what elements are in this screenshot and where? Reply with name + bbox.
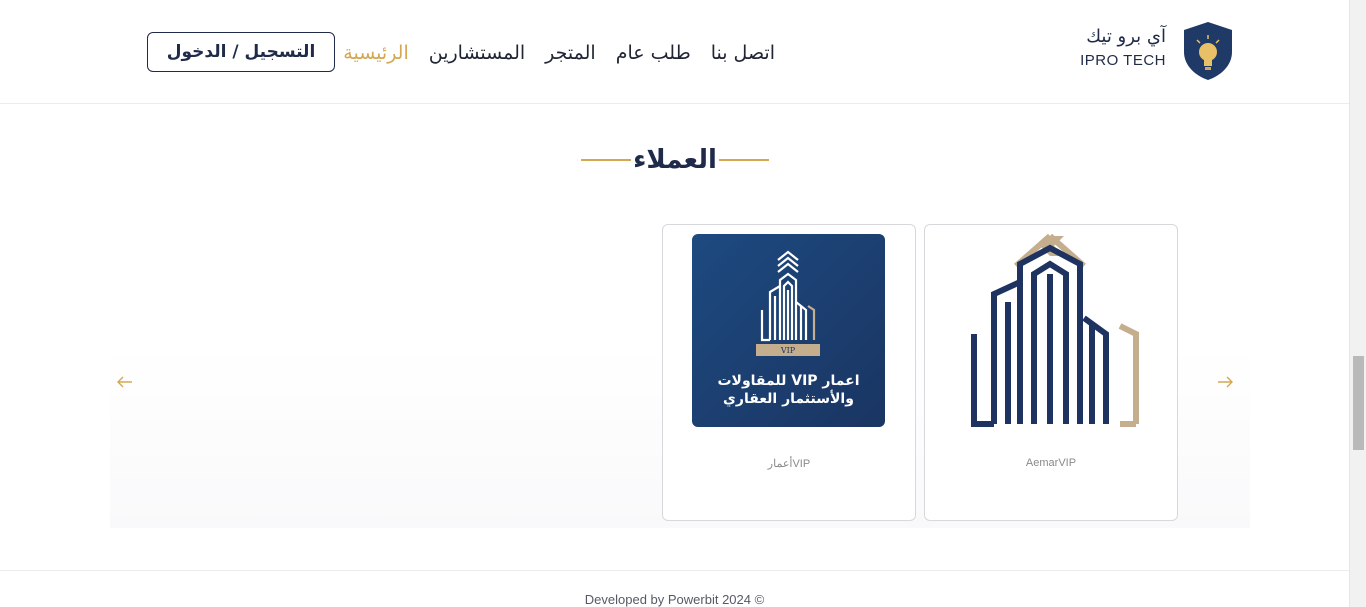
scrollbar-thumb[interactable]: [1353, 356, 1364, 450]
site-header: آي برو تيك IPRO TECH الرئيسية المستشارين…: [0, 0, 1349, 104]
clients-heading: العملاء: [633, 145, 717, 175]
client-card-aemarvip[interactable]: AemarVIP: [924, 224, 1178, 521]
client-card-aemar-vip[interactable]: VIP اعمار VIP للمقاولات والأستثمار العقا…: [662, 224, 916, 521]
aemar-building-logo: [971, 234, 1139, 427]
brand-name-ar: آي برو تيك: [1086, 26, 1166, 47]
brand-text: آي برو تيك IPRO TECH: [1074, 24, 1166, 72]
vip-tile-text: اعمار VIP للمقاولات والأستثمار العقاري: [692, 372, 885, 408]
nav-item-general-request[interactable]: طلب عام: [616, 40, 691, 66]
vip-badge-text: VIP: [780, 346, 796, 355]
page-scrollbar[interactable]: [1349, 0, 1366, 607]
brand-logo[interactable]: آي برو تيك IPRO TECH: [1074, 20, 1244, 84]
nav-item-contact[interactable]: اتصل بنا: [711, 40, 775, 66]
client-caption: AemarVIP: [1025, 457, 1077, 469]
main-nav: الرئيسية المستشارين المتجر طلب عام اتصل …: [343, 40, 775, 66]
nav-item-home[interactable]: الرئيسية: [343, 40, 408, 66]
nav-item-store[interactable]: المتجر: [545, 40, 596, 66]
page: آي برو تيك IPRO TECH الرئيسية المستشارين…: [0, 0, 1349, 607]
shield-lightbulb-icon: [1184, 22, 1232, 80]
site-footer: Developed by Powerbit 2024 ©: [0, 570, 1349, 607]
login-register-button[interactable]: التسجيل / الدخول: [147, 32, 335, 72]
title-divider-left: [581, 159, 632, 161]
footer-credit: Developed by Powerbit 2024 ©: [584, 591, 765, 607]
title-divider-right: [718, 159, 769, 161]
clients-section-title: العملاء: [576, 140, 774, 180]
vip-tile-line-1: اعمار VIP للمقاولات: [717, 373, 860, 389]
vip-tile-line-2: والأستثمار العقاري: [723, 391, 854, 407]
aemar-vip-tile-logo: VIP اعمار VIP للمقاولات والأستثمار العقا…: [692, 234, 885, 427]
arrow-left-icon[interactable]: [115, 370, 135, 394]
nav-item-consultants[interactable]: المستشارين: [429, 40, 525, 66]
client-caption: أعمارVIP: [767, 458, 811, 470]
building-mark-icon: VIP: [756, 250, 820, 356]
arrow-right-icon[interactable]: [1215, 370, 1235, 394]
brand-name-en: IPRO TECH: [1080, 52, 1166, 69]
